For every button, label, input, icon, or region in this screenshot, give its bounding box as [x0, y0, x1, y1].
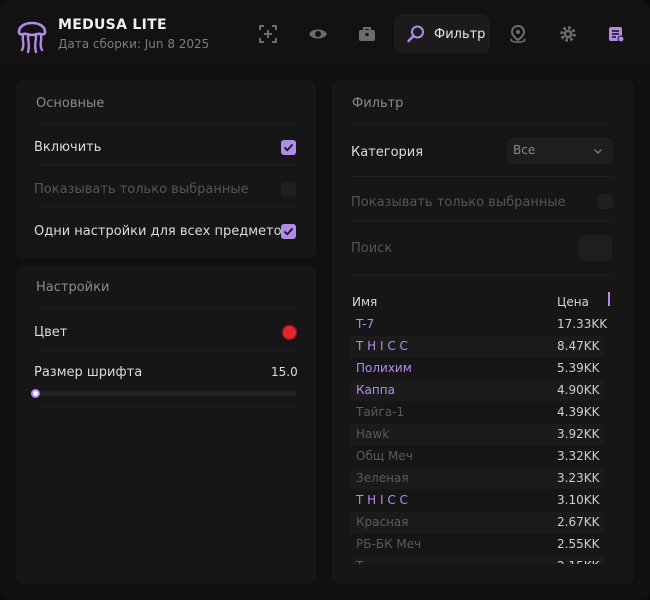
same-settings-checkbox[interactable] — [281, 224, 296, 239]
divider — [36, 406, 296, 407]
same-settings-label: Одни настройки для всех предметов — [34, 224, 290, 239]
divider — [352, 220, 614, 221]
enable-label: Включить — [34, 140, 102, 155]
divider — [36, 308, 296, 309]
category-label: Категория — [351, 145, 424, 160]
item-name: Hawk — [356, 427, 390, 441]
divider — [352, 275, 614, 276]
show-selected-label: Показывать только выбранные — [34, 182, 249, 197]
divider — [36, 206, 296, 207]
settings-panel-title: Настройки — [36, 280, 110, 295]
filter-panel-title: Фильтр — [352, 96, 404, 111]
jellyfish-logo-icon — [17, 21, 47, 54]
crosshair-icon — [259, 25, 277, 43]
item-price: 5.39KK — [557, 361, 600, 375]
chevron-down-icon — [594, 149, 602, 154]
nav-map-button[interactable] — [498, 14, 538, 54]
item-name: Полихим — [356, 361, 412, 375]
settings-panel: Настройки Цвет Размер шрифта 15.0 — [16, 266, 316, 584]
color-label: Цвет — [34, 325, 68, 340]
build-date: Дата сборки: Jun 8 2025 — [58, 37, 210, 51]
item-name: РБ-БК Меч — [356, 537, 422, 551]
item-price: 2.67KK — [557, 515, 600, 529]
table-row[interactable]: Тайга-1 4.39KK — [350, 402, 604, 423]
item-price: 4.90KK — [557, 383, 600, 397]
table-row[interactable]: T H I C C 3.10KK — [350, 490, 604, 511]
table-row[interactable]: Hawk 3.92KK — [350, 424, 604, 445]
nav-config-button[interactable] — [596, 14, 636, 54]
table-row[interactable]: Зеленая 3.23KK — [350, 468, 604, 489]
search-input[interactable] — [578, 235, 612, 261]
header: MEDUSA LITE Дата сборки: Jun 8 2025 Филь… — [0, 0, 650, 66]
item-name: T-7 — [356, 317, 375, 331]
item-price: 3.92KK — [557, 427, 600, 441]
item-name: T H I C C — [356, 339, 408, 353]
app-window: MEDUSA LITE Дата сборки: Jun 8 2025 Филь… — [0, 0, 650, 600]
divider — [352, 124, 614, 125]
nav-inventory-button[interactable] — [347, 14, 387, 54]
table-scrollbar[interactable] — [608, 292, 610, 306]
font-size-slider-thumb[interactable] — [31, 389, 40, 398]
item-name: Каппа — [356, 383, 395, 397]
item-price: 8.47KK — [557, 339, 600, 353]
enable-checkbox[interactable] — [281, 140, 296, 155]
map-pin-icon — [510, 24, 526, 43]
filter-show-selected-checkbox[interactable] — [598, 194, 613, 209]
font-size-value: 15.0 — [271, 365, 298, 379]
table-row[interactable]: Полихим 5.39KK — [350, 358, 604, 379]
table-row[interactable]: Общ Меч 3.32KK — [350, 446, 604, 467]
app-title: MEDUSA LITE — [58, 17, 167, 33]
item-price: 4.39KK — [557, 405, 600, 419]
item-price: 2.15KK — [557, 559, 599, 564]
item-price: 3.10KK — [557, 493, 600, 507]
gear-icon — [560, 26, 576, 42]
check-icon — [283, 143, 294, 152]
item-name: Красная — [356, 515, 409, 529]
color-swatch[interactable] — [283, 326, 296, 339]
item-name: T H I C C — [356, 493, 408, 507]
item-name: Тайга-1 — [356, 405, 405, 419]
item-price: 17.33KK — [557, 317, 608, 331]
show-selected-checkbox[interactable] — [281, 182, 296, 197]
eye-icon — [309, 29, 327, 39]
divider — [36, 164, 296, 165]
table-row[interactable]: Каппа 4.90KK — [350, 380, 604, 401]
settings-list-icon — [609, 27, 625, 43]
nav-visuals-button[interactable] — [298, 14, 338, 54]
divider — [36, 124, 296, 125]
divider — [36, 350, 296, 351]
item-name: Зеленая — [356, 471, 409, 485]
items-table: Имя Цена T-7 17.33KK T H I C C 8.47KK Полихи… — [350, 288, 614, 564]
nav-settings-button[interactable] — [548, 14, 588, 54]
item-price: 2.55KK — [557, 537, 600, 551]
item-price: 3.23KK — [557, 471, 600, 485]
filter-show-selected-label: Показывать только выбранные — [351, 195, 566, 210]
category-select[interactable]: Все — [507, 138, 613, 164]
search-label: Поиск — [351, 241, 393, 256]
check-icon — [283, 227, 294, 236]
column-header-price[interactable]: Цена — [557, 295, 589, 309]
divider — [352, 176, 614, 177]
briefcase-icon — [359, 27, 375, 41]
nav-filter-label: Фильтр — [434, 26, 486, 42]
font-size-slider-track[interactable] — [34, 391, 296, 396]
search-icon — [407, 25, 424, 43]
table-row[interactable]: T H I C C 8.47KK — [350, 336, 604, 357]
item-name: Общ Меч — [356, 449, 413, 463]
nav-aim-button[interactable] — [248, 14, 288, 54]
table-row[interactable]: Красная 2.67KK — [350, 512, 604, 533]
column-header-name[interactable]: Имя — [352, 295, 377, 309]
category-select-value: Все — [513, 143, 536, 157]
item-price: 3.32KK — [557, 449, 600, 463]
table-row[interactable]: T-7 17.33KK — [350, 314, 608, 335]
font-size-label: Размер шрифта — [34, 365, 143, 380]
table-row[interactable]: T 2.15KK — [350, 556, 604, 564]
basic-panel: Основные Включить Показывать только выбр… — [16, 80, 316, 258]
basic-panel-title: Основные — [36, 96, 105, 111]
nav-filter-button[interactable]: Фильтр — [394, 14, 490, 54]
table-row[interactable]: РБ-БК Меч 2.55KK — [350, 534, 604, 555]
item-name: T — [356, 559, 363, 564]
